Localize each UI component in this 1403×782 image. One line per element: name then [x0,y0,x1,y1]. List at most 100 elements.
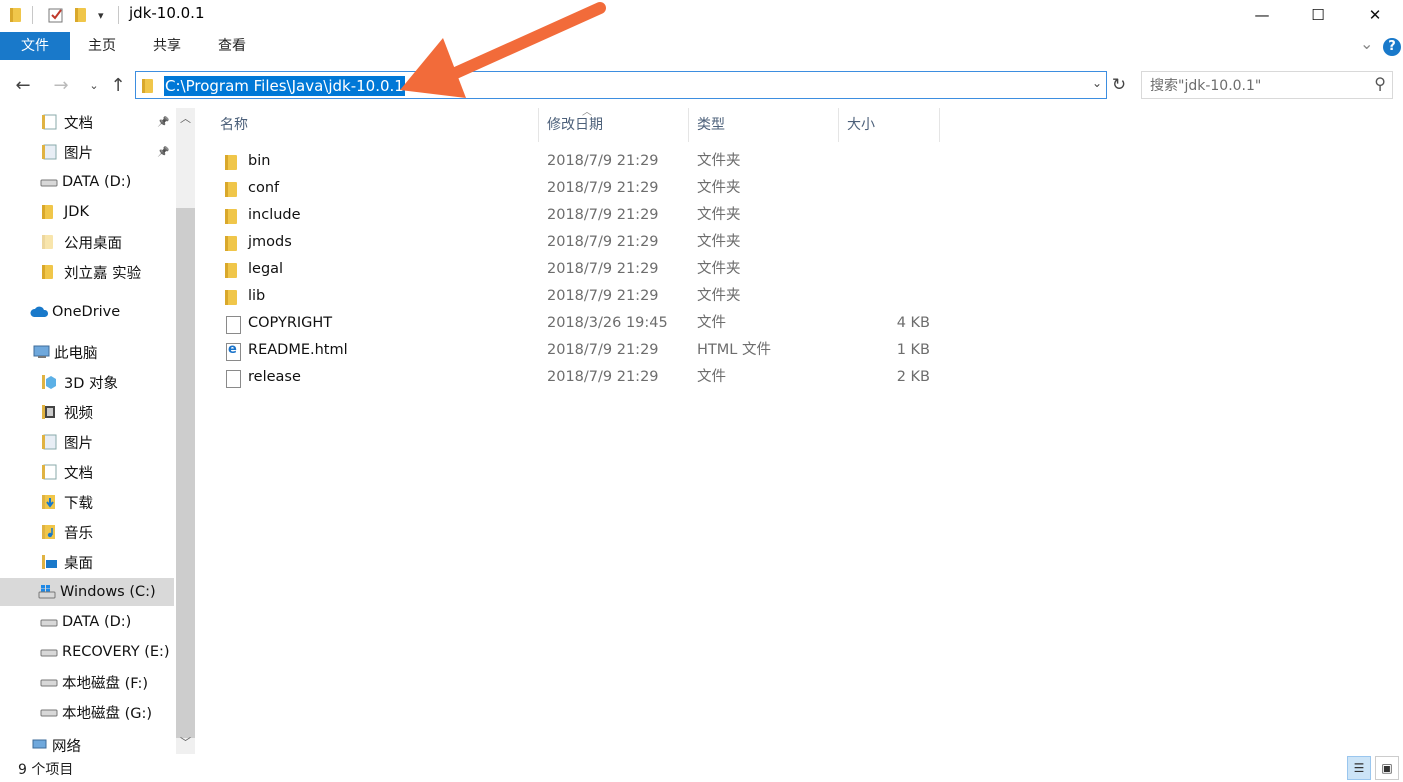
tab-home[interactable]: 主页 [78,32,126,60]
documents-icon [42,464,58,480]
search-icon[interactable]: ⚲ [1374,74,1386,93]
file-type: HTML 文件 [697,342,771,358]
file-type: 文件夹 [697,234,741,250]
file-date: 2018/7/9 21:29 [547,207,659,223]
close-button[interactable]: ✕ [1352,0,1398,30]
file-row[interactable]: e README.html 2018/7/9 21:29 HTML 文件 1 KB [212,337,940,364]
recent-locations-chevron-icon[interactable]: ⌄ [83,74,105,96]
sidebar-item[interactable]: OneDrive [0,298,174,326]
sidebar-item-label: DATA (D:) [62,614,132,630]
address-dropdown-chevron-icon[interactable]: ⌄ [1092,76,1102,90]
sidebar-item[interactable]: 桌面 [0,548,174,576]
sidebar-item[interactable]: DATA (D:) [0,168,174,196]
sidebar-item[interactable]: 文档 📌 [0,108,174,136]
address-path[interactable]: C:\Program Files\Java\jdk-10.0.1 [164,76,405,96]
folder-icon [224,207,240,225]
help-icon[interactable]: ? [1383,38,1401,56]
details-view-icon[interactable]: ☰ [1347,756,1371,780]
customize-toolbar-icon[interactable]: ▾ [98,5,104,25]
file-row[interactable]: include 2018/7/9 21:29 文件夹 [212,202,940,229]
ribbon-tabs: 文件 主页 共享 查看 ⌄ ? [0,32,1403,62]
title-divider [118,6,119,24]
column-header-type[interactable]: 类型 [689,108,839,142]
file-row[interactable]: release 2018/7/9 21:29 文件 2 KB [212,364,940,391]
file-date: 2018/7/9 21:29 [547,153,659,169]
3d-objects-icon [42,374,58,390]
new-folder-icon[interactable] [75,5,89,25]
sidebar-item[interactable]: 音乐 [0,518,174,546]
file-type: 文件夹 [697,153,741,169]
file-date: 2018/7/9 21:29 [547,342,659,358]
refresh-icon[interactable]: ↻ [1108,74,1130,96]
sidebar-item-label: 公用桌面 [64,235,122,252]
tab-file[interactable]: 文件 [0,32,70,60]
maximize-button[interactable]: ☐ [1295,0,1341,30]
sidebar-item[interactable]: Windows (C:) [0,578,174,606]
sidebar-item[interactable]: 此电脑 [0,338,174,366]
ribbon-expand-icon[interactable]: ⌄ [1360,34,1373,53]
address-folder-icon [142,78,156,94]
address-bar[interactable]: C:\Program Files\Java\jdk-10.0.1 ⌄ [135,71,1107,99]
sidebar-item[interactable]: 视频 [0,398,174,426]
sidebar-item[interactable]: 刘立嘉 实验 [0,258,174,286]
sidebar-item[interactable]: 文档 [0,458,174,486]
file-row[interactable]: legal 2018/7/9 21:29 文件夹 [212,256,940,283]
file-row[interactable]: lib 2018/7/9 21:29 文件夹 [212,283,940,310]
pin-icon[interactable]: 📌 [157,147,169,158]
sidebar-scrollbar-thumb[interactable] [176,208,195,738]
sidebar-item[interactable]: 公用桌面 [0,228,174,256]
sidebar-item-label: OneDrive [52,304,121,320]
sidebar-item[interactable]: 3D 对象 [0,368,174,396]
column-header-date[interactable]: 修改日期 [539,108,689,142]
sidebar-item[interactable]: 图片 📌 [0,138,174,166]
sidebar-item[interactable]: RECOVERY (E:) [0,638,174,666]
downloads-icon [42,494,58,510]
minimize-button[interactable]: — [1239,0,1285,30]
cloud-icon [30,304,49,320]
sidebar-item-label: 3D 对象 [64,375,118,392]
pin-icon[interactable]: 📌 [157,117,169,128]
search-box[interactable]: ⚲ [1141,71,1393,99]
sidebar-item-label: 视频 [64,405,93,422]
computer-icon [32,344,50,360]
file-size [840,283,930,310]
file-size: 1 KB [896,342,930,358]
tab-view[interactable]: 查看 [208,32,256,60]
forward-arrow-icon[interactable]: → [50,74,72,96]
up-arrow-icon[interactable]: ↑ [107,74,129,96]
file-size [840,175,930,202]
sidebar-item[interactable]: 图片 [0,428,174,456]
sidebar-item[interactable]: 本地磁盘 (F:) [0,668,174,696]
sidebar-item-label: 图片 [64,435,93,452]
file-size: 4 KB [896,315,930,331]
sidebar-item[interactable]: JDK [0,198,174,226]
file-row[interactable]: COPYRIGHT 2018/3/26 19:45 文件 4 KB [212,310,940,337]
large-icons-view-icon[interactable]: ▣ [1375,756,1399,780]
sidebar-item[interactable]: 下载 [0,488,174,516]
quick-access-folder-icon[interactable] [10,5,24,25]
sidebar-item[interactable]: DATA (D:) [0,608,174,636]
sidebar-item-label: 文档 [64,115,93,132]
file-row[interactable]: bin 2018/7/9 21:29 文件夹 [212,148,940,175]
drive-icon [40,644,58,660]
folder-light-icon [42,234,58,250]
search-input[interactable] [1150,76,1360,96]
back-arrow-icon[interactable]: ← [12,74,34,96]
videos-icon [42,404,58,420]
properties-check-icon[interactable] [47,5,65,25]
sidebar-item[interactable]: 网络 [0,736,174,754]
scroll-down-arrow-icon[interactable]: ﹀ [176,734,195,752]
file-row[interactable]: conf 2018/7/9 21:29 文件夹 [212,175,940,202]
file-size [840,202,930,229]
sidebar-item-label: Windows (C:) [60,584,156,600]
file-name: conf [248,180,280,196]
sidebar-item[interactable]: 本地磁盘 (G:) [0,698,174,726]
sidebar-item-label: 此电脑 [54,345,98,362]
file-date: 2018/7/9 21:29 [547,180,659,196]
folder-icon [224,234,240,252]
scroll-up-arrow-icon[interactable]: ︿ [176,110,195,128]
column-header-size[interactable]: 大小 [839,108,940,142]
tab-share[interactable]: 共享 [143,32,191,60]
column-header-name[interactable]: 名称 [212,108,539,142]
file-row[interactable]: jmods 2018/7/9 21:29 文件夹 [212,229,940,256]
